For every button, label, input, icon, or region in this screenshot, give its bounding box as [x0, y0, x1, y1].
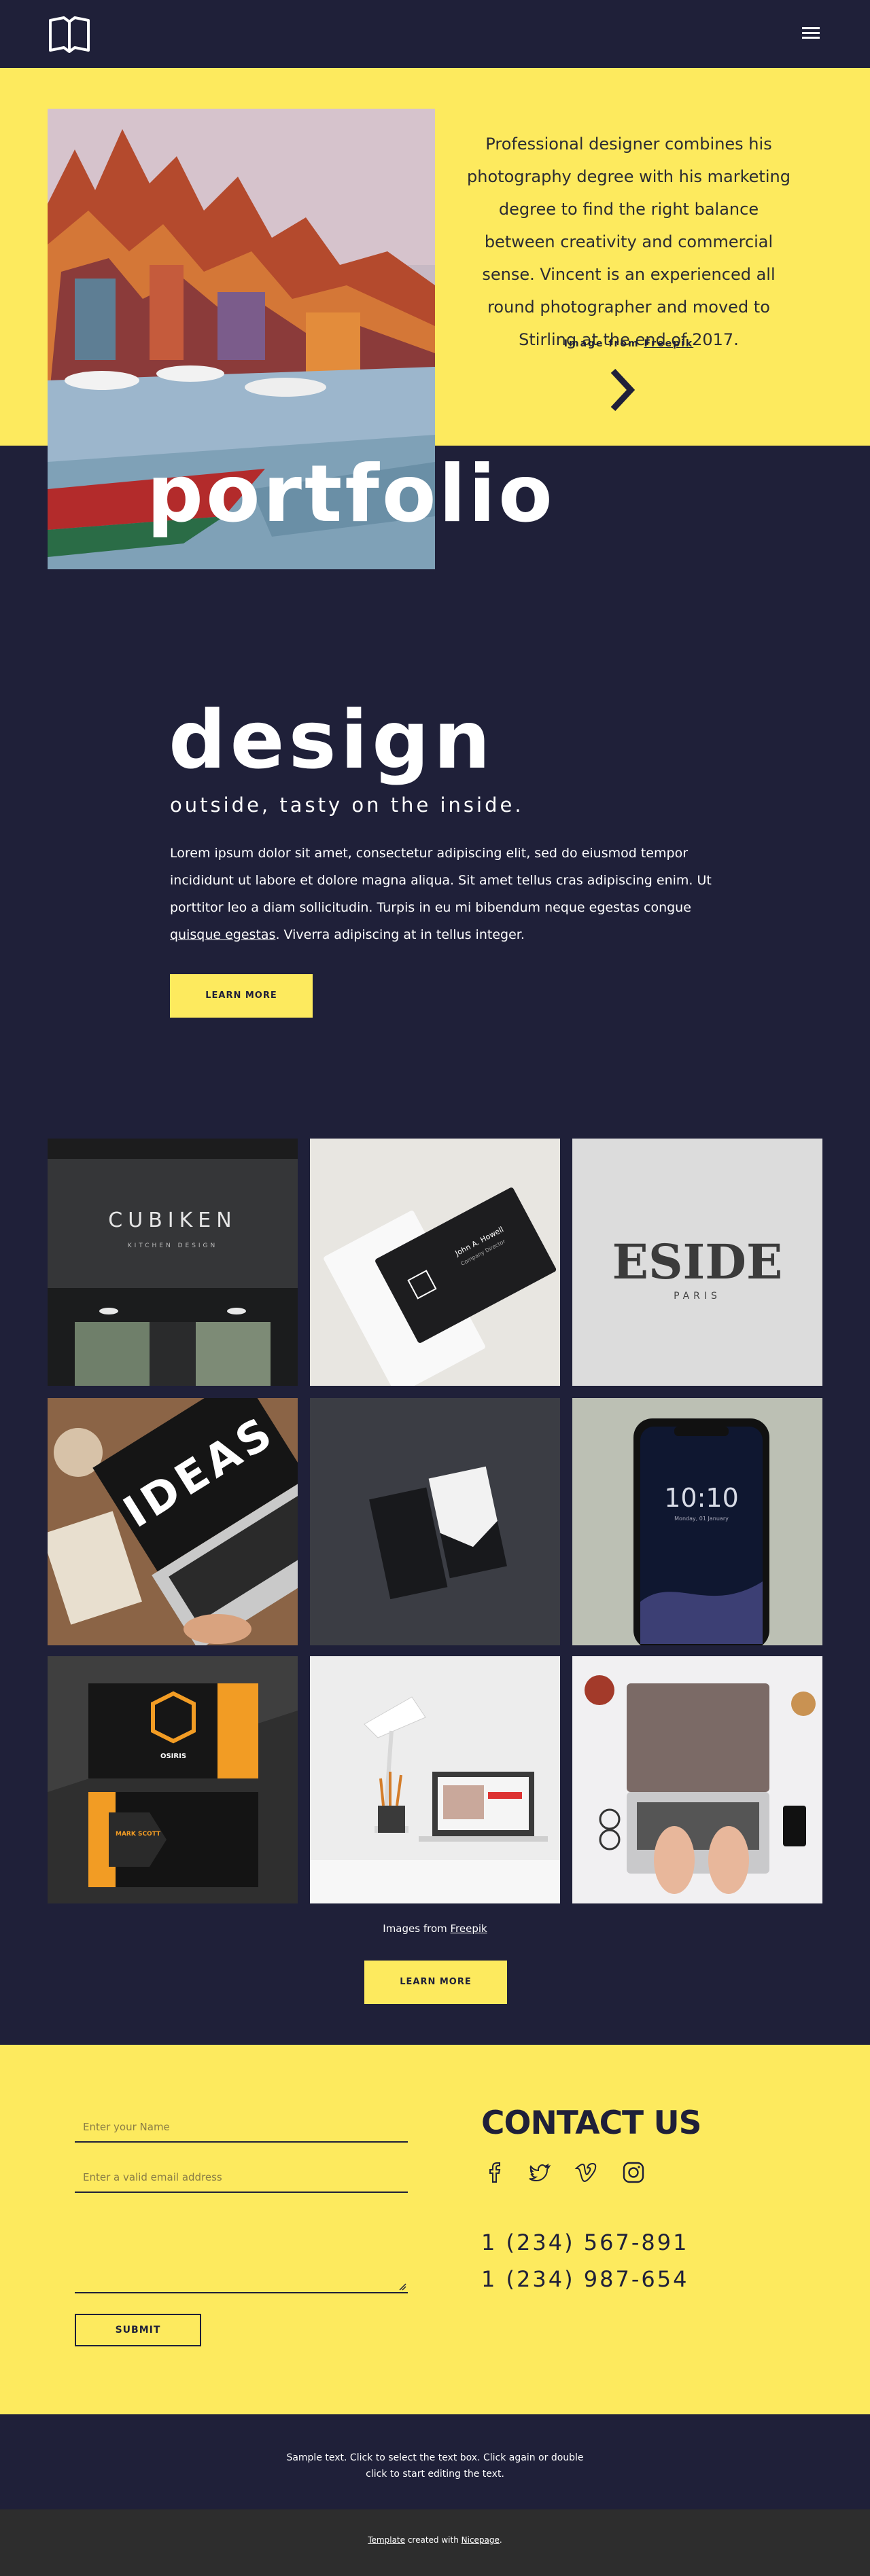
credit-middle: created with: [405, 2535, 462, 2545]
gallery-learn-more-button[interactable]: LEARN MORE: [364, 1961, 507, 2004]
phone-number-2[interactable]: 1 (234) 987-654: [481, 2266, 689, 2292]
name-field[interactable]: Enter your Name: [75, 2111, 408, 2143]
gallery-image-dark-cards[interactable]: [310, 1398, 560, 1645]
instagram-icon[interactable]: [621, 2160, 646, 2185]
design-body-text: Lorem ipsum dolor sit amet, consectetur …: [170, 846, 712, 915]
gallery-credit-prefix: Images from: [383, 1922, 447, 1935]
footer-text-line2: click to start editing the text.: [366, 2469, 504, 2480]
gallery-image-orange-cards[interactable]: OSIRIS MARK SCOTT: [48, 1656, 298, 1903]
gallery-credit: Images from Freepik: [0, 1922, 870, 1935]
gallery-image-typing[interactable]: [572, 1656, 822, 1903]
email-field[interactable]: Enter a valid email address: [75, 2162, 408, 2193]
chevron-right-icon[interactable]: [609, 367, 636, 413]
phone-time: 10:10: [664, 1483, 739, 1513]
gallery-image-ideas-laptop[interactable]: IDEAS: [48, 1398, 298, 1645]
eside-wordmark: ESIDE: [612, 1234, 783, 1290]
gallery-image-eside-logo[interactable]: ESIDE PARIS: [572, 1139, 822, 1386]
phone-number-1[interactable]: 1 (234) 567-891: [481, 2230, 689, 2255]
freepik-link[interactable]: Freepik: [644, 338, 694, 349]
credit-prefix: Image from: [563, 338, 640, 349]
facebook-icon[interactable]: [483, 2160, 507, 2185]
eside-sub: PARIS: [674, 1291, 721, 1302]
phone-date: Monday, 01 January: [674, 1516, 729, 1522]
nicepage-link[interactable]: Nicepage: [462, 2535, 500, 2545]
site-header: [0, 0, 870, 68]
gallery-image-business-card[interactable]: John A. Howell Company Director: [310, 1139, 560, 1386]
gallery-image-desk[interactable]: [310, 1656, 560, 1903]
contact-title: CONTACT US: [481, 2105, 701, 2142]
gallery-freepik-link[interactable]: Freepik: [451, 1922, 487, 1935]
design-subtitle: outside, tasty on the inside.: [170, 793, 524, 817]
hero-image-credit: Image from Freepik: [462, 338, 795, 349]
quisque-egestas-link[interactable]: quisque egestas: [170, 927, 275, 942]
resize-handle-icon[interactable]: [398, 2283, 406, 2291]
storefront-sign: CUBIKEN: [108, 1209, 237, 1232]
message-field[interactable]: [75, 2212, 408, 2293]
card-back: MARK SCOTT: [116, 1831, 161, 1838]
footer-credit: Template created with Nicepage.: [0, 2535, 870, 2545]
design-body-text-end: . Viverra adipiscing at in tellus intege…: [275, 927, 525, 942]
vimeo-icon[interactable]: [574, 2160, 598, 2185]
footer-text-line1: Sample text. Click to select the text bo…: [286, 2452, 584, 2463]
template-link[interactable]: Template: [368, 2535, 405, 2545]
hamburger-icon[interactable]: [802, 24, 822, 41]
design-body: Lorem ipsum dolor sit amet, consectetur …: [170, 840, 714, 948]
twitter-icon[interactable]: [527, 2160, 552, 2185]
gallery-image-phone[interactable]: 10:10 Monday, 01 January: [572, 1398, 822, 1645]
book-icon[interactable]: [48, 15, 91, 53]
portfolio-heading: portfolio: [147, 448, 555, 540]
footer-text[interactable]: Sample text. Click to select the text bo…: [0, 2450, 870, 2482]
storefront-subsign: KITCHEN DESIGN: [128, 1242, 218, 1249]
design-title: design: [169, 693, 495, 787]
submit-button[interactable]: SUBMIT: [75, 2314, 201, 2346]
hero-description: Professional designer combines his photo…: [467, 135, 790, 349]
gallery-image-storefront[interactable]: CUBIKEN KITCHEN DESIGN: [48, 1139, 298, 1386]
card-front: OSIRIS: [160, 1753, 186, 1760]
learn-more-button[interactable]: LEARN MORE: [170, 974, 313, 1018]
credit-end: .: [499, 2535, 502, 2545]
